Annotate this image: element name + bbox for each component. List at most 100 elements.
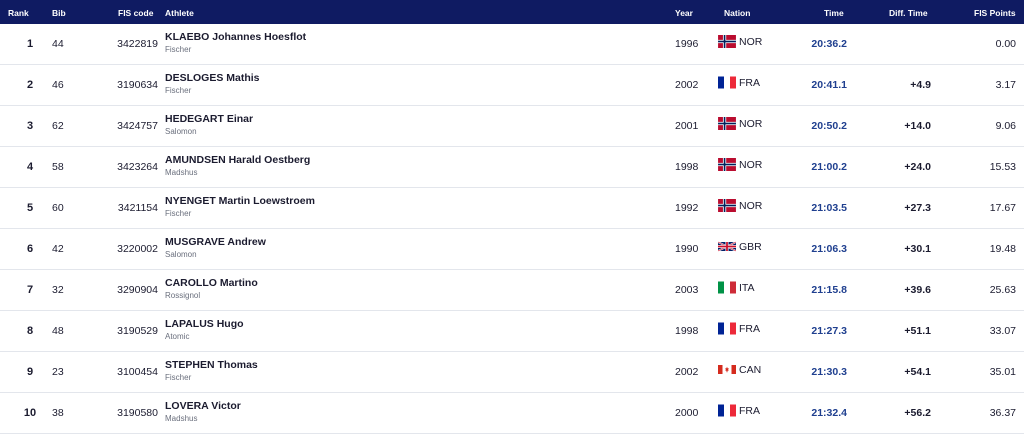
athlete-name[interactable]: DESLOGES Mathis xyxy=(165,72,260,85)
nation-cell: CAN xyxy=(718,363,761,376)
fis-points-value: 3.17 xyxy=(995,79,1016,91)
fis-code-value: 3422819 xyxy=(117,38,158,50)
athlete-name[interactable]: CAROLLO Martino xyxy=(165,277,258,290)
flag-nor-icon xyxy=(718,199,736,212)
header-time[interactable]: Time xyxy=(824,8,844,18)
table-row[interactable]: 8 48 3190529 LAPALUS Hugo Atomic 1998 FRA 21:27… xyxy=(0,311,1024,352)
table-row[interactable]: 6 42 3220002 MUSGRAVE Andrew Salomon 1990 GBR 2… xyxy=(0,229,1024,270)
fis-points-value: 33.07 xyxy=(989,325,1016,337)
rank-value: 7 xyxy=(26,284,34,296)
rank-value: 5 xyxy=(26,202,34,214)
athlete-cell[interactable]: LOVERA Victor Madshus xyxy=(165,400,241,425)
nation-code: FRA xyxy=(739,76,760,89)
athlete-name[interactable]: HEDEGART Einar xyxy=(165,113,253,126)
athlete-name[interactable]: MUSGRAVE Andrew xyxy=(165,236,266,249)
athlete-name[interactable]: STEPHEN Thomas xyxy=(165,359,258,372)
header-bib[interactable]: Bib xyxy=(52,8,66,18)
birth-year-value: 2002 xyxy=(675,366,699,378)
table-row[interactable]: 3 62 3424757 HEDEGART Einar Salomon 2001 NOR 20… xyxy=(0,106,1024,147)
rank-value: 6 xyxy=(26,243,34,255)
athlete-cell[interactable]: MUSGRAVE Andrew Salomon xyxy=(165,236,266,261)
header-athlete[interactable]: Athlete xyxy=(165,8,194,18)
athlete-ski-brand: Fischer xyxy=(165,373,192,382)
diff-time-value: +4.9 xyxy=(910,79,931,91)
athlete-name[interactable]: AMUNDSEN Harald Oestberg xyxy=(165,154,310,167)
rank-value: 4 xyxy=(26,161,34,173)
fis-points-value: 9.06 xyxy=(995,120,1016,132)
athlete-ski-brand: Fischer xyxy=(165,209,192,218)
athlete-name[interactable]: LAPALUS Hugo xyxy=(165,318,244,331)
time-value: 21:06.3 xyxy=(811,243,847,255)
flag-fra-icon xyxy=(718,76,736,89)
athlete-name[interactable]: NYENGET Martin Loewstroem xyxy=(165,195,315,208)
athlete-cell[interactable]: HEDEGART Einar Salomon xyxy=(165,113,253,138)
athlete-cell[interactable]: LAPALUS Hugo Atomic xyxy=(165,318,244,343)
birth-year-value: 2002 xyxy=(675,79,699,91)
athlete-cell[interactable]: AMUNDSEN Harald Oestberg Madshus xyxy=(165,154,310,179)
fis-code-value: 3423264 xyxy=(117,161,158,173)
time-value: 21:00.2 xyxy=(811,161,847,173)
table-row[interactable]: 9 23 3100454 STEPHEN Thomas Fischer 2002 CAN 21… xyxy=(0,352,1024,393)
flag-fra-icon xyxy=(718,404,736,417)
table-row[interactable]: 7 32 3290904 CAROLLO Martino Rossignol 2003 IT… xyxy=(0,270,1024,311)
fis-code-value: 3190529 xyxy=(117,325,158,337)
birth-year-value: 1992 xyxy=(675,202,699,214)
athlete-ski-brand: Rossignol xyxy=(165,291,201,300)
fis-points-value: 25.63 xyxy=(989,284,1016,296)
diff-time-value: +56.2 xyxy=(904,407,931,419)
table-row[interactable]: 1 44 3422819 KLAEBO Johannes Hoesflot Fische… xyxy=(0,24,1024,65)
time-value: 21:03.5 xyxy=(811,202,847,214)
nation-cell: GBR xyxy=(717,240,762,253)
flag-nor-icon xyxy=(718,35,736,48)
time-value: 20:50.2 xyxy=(811,120,847,132)
fis-points-value: 15.53 xyxy=(989,161,1016,173)
results-table: Rank Bib FIS code Athlete Year Nation Ti… xyxy=(0,0,1024,434)
nation-code: FRA xyxy=(739,404,760,417)
flag-nor-icon xyxy=(718,117,736,130)
nation-code: CAN xyxy=(739,363,762,376)
header-rank[interactable]: Rank xyxy=(8,8,29,18)
diff-time-value: +30.1 xyxy=(904,243,931,255)
bib-value: 62 xyxy=(52,120,64,132)
table-row[interactable]: 4 58 3423264 AMUNDSEN Harald Oestberg Madshu… xyxy=(0,147,1024,188)
table-row[interactable]: 5 60 3421154 NYENGET Martin Loewstroem Fisch… xyxy=(0,188,1024,229)
athlete-cell[interactable]: STEPHEN Thomas Fischer xyxy=(165,359,258,384)
athlete-cell[interactable]: DESLOGES Mathis Fischer xyxy=(165,72,260,97)
nation-cell: NOR xyxy=(718,35,762,48)
table-header: Rank Bib FIS code Athlete Year Nation Ti… xyxy=(0,0,1024,24)
bib-value: 58 xyxy=(52,161,64,173)
birth-year-value: 1990 xyxy=(675,243,699,255)
header-year[interactable]: Year xyxy=(675,8,693,18)
birth-year-value: 1998 xyxy=(675,325,699,337)
diff-time-value: +39.6 xyxy=(904,284,931,296)
rank-value: 2 xyxy=(26,79,34,91)
bib-value: 48 xyxy=(52,325,64,337)
table-row[interactable]: 2 46 3190634 DESLOGES Mathis Fischer 2002 FRA 2… xyxy=(0,65,1024,106)
athlete-name[interactable]: LOVERA Victor xyxy=(165,400,241,413)
rank-value: 9 xyxy=(26,366,34,378)
rank-value: 8 xyxy=(26,325,34,337)
nation-cell: ITA xyxy=(718,281,755,294)
nation-cell: NOR xyxy=(718,117,762,130)
athlete-ski-brand: Fischer xyxy=(165,45,192,54)
athlete-cell[interactable]: CAROLLO Martino Rossignol xyxy=(165,277,258,302)
diff-time-value: +14.0 xyxy=(904,120,931,132)
fis-points-value: 35.01 xyxy=(989,366,1016,378)
athlete-name[interactable]: KLAEBO Johannes Hoesflot xyxy=(165,31,306,44)
nation-code: NOR xyxy=(739,117,763,130)
time-value: 20:41.1 xyxy=(811,79,847,91)
nation-cell: NOR xyxy=(718,199,762,212)
nation-code: ITA xyxy=(739,281,755,294)
header-fis-points[interactable]: FIS Points xyxy=(974,8,1016,18)
athlete-ski-brand: Fischer xyxy=(165,86,192,95)
header-fis-code[interactable]: FIS code xyxy=(118,8,153,18)
header-nation[interactable]: Nation xyxy=(724,8,750,18)
athlete-cell[interactable]: NYENGET Martin Loewstroem Fischer xyxy=(165,195,315,220)
diff-time-value: +54.1 xyxy=(904,366,931,378)
table-row[interactable]: 10 38 3190580 LOVERA Victor Madshus 2000 FRA 21… xyxy=(0,393,1024,434)
header-diff-time[interactable]: Diff. Time xyxy=(889,8,928,18)
fis-code-value: 3220002 xyxy=(117,243,158,255)
athlete-cell[interactable]: KLAEBO Johannes Hoesflot Fischer xyxy=(165,31,306,56)
fis-code-value: 3190634 xyxy=(117,79,158,91)
diff-time-value: +51.1 xyxy=(904,325,931,337)
